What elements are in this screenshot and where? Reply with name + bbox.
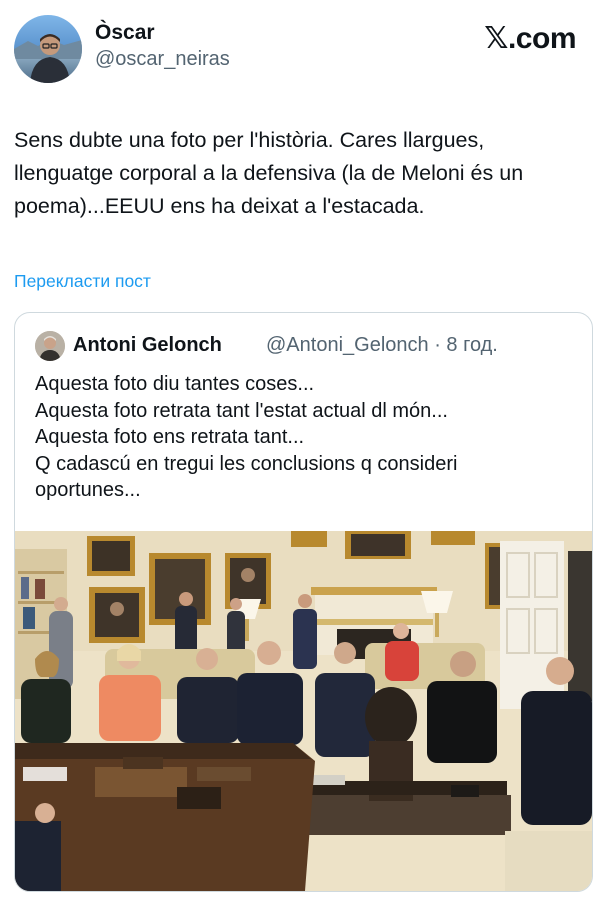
translate-post-link[interactable]: Перекласти пост <box>14 271 151 292</box>
post-author: Òscar @oscar_neiras <box>95 20 230 72</box>
author-avatar[interactable] <box>14 15 82 83</box>
quoted-author-handle[interactable]: @Antoni_Gelonch <box>266 334 429 356</box>
x-logo-icon: 𝕏 <box>484 21 508 56</box>
x-logo-suffix: .com <box>507 22 577 55</box>
author-handle[interactable]: @oscar_neiras <box>95 46 230 72</box>
quoted-author-avatar[interactable] <box>35 331 65 361</box>
x-logo: 𝕏.com <box>484 21 576 56</box>
post-text: Sens dubte una foto per l'història. Care… <box>14 128 524 218</box>
quoted-post[interactable]: Antoni Gelonch @Antoni_Gelonch · 8 год. … <box>14 312 593 892</box>
author-display-name[interactable]: Òscar <box>95 20 230 46</box>
quoted-author-name[interactable]: Antoni Gelonch <box>73 334 222 357</box>
quoted-text-line: Aquesta foto ens retrata tant... <box>35 426 305 448</box>
quoted-text-line: Q cadascú en tregui les conclusions q co… <box>35 452 458 475</box>
quoted-text-line: oportunes... <box>35 479 141 501</box>
avatar-photo-icon <box>14 34 82 83</box>
quoted-post-photo[interactable] <box>15 531 592 891</box>
quoted-post-text: Aquesta foto diu tantes coses... Aquesta… <box>35 371 580 504</box>
quoted-author-handle-time: @Antoni_Gelonch · 8 год. <box>266 334 498 357</box>
post-header: Òscar @oscar_neiras 𝕏.com <box>14 15 582 85</box>
quoted-avatar-photo-icon <box>35 331 65 361</box>
quoted-post-time[interactable]: · 8 год. <box>434 334 498 356</box>
quoted-text-line: Aquesta foto retrata tant l'estat actual… <box>35 399 448 422</box>
quoted-text-line: Aquesta foto diu tantes coses... <box>35 373 315 395</box>
oval-office-photo-icon <box>15 531 592 891</box>
